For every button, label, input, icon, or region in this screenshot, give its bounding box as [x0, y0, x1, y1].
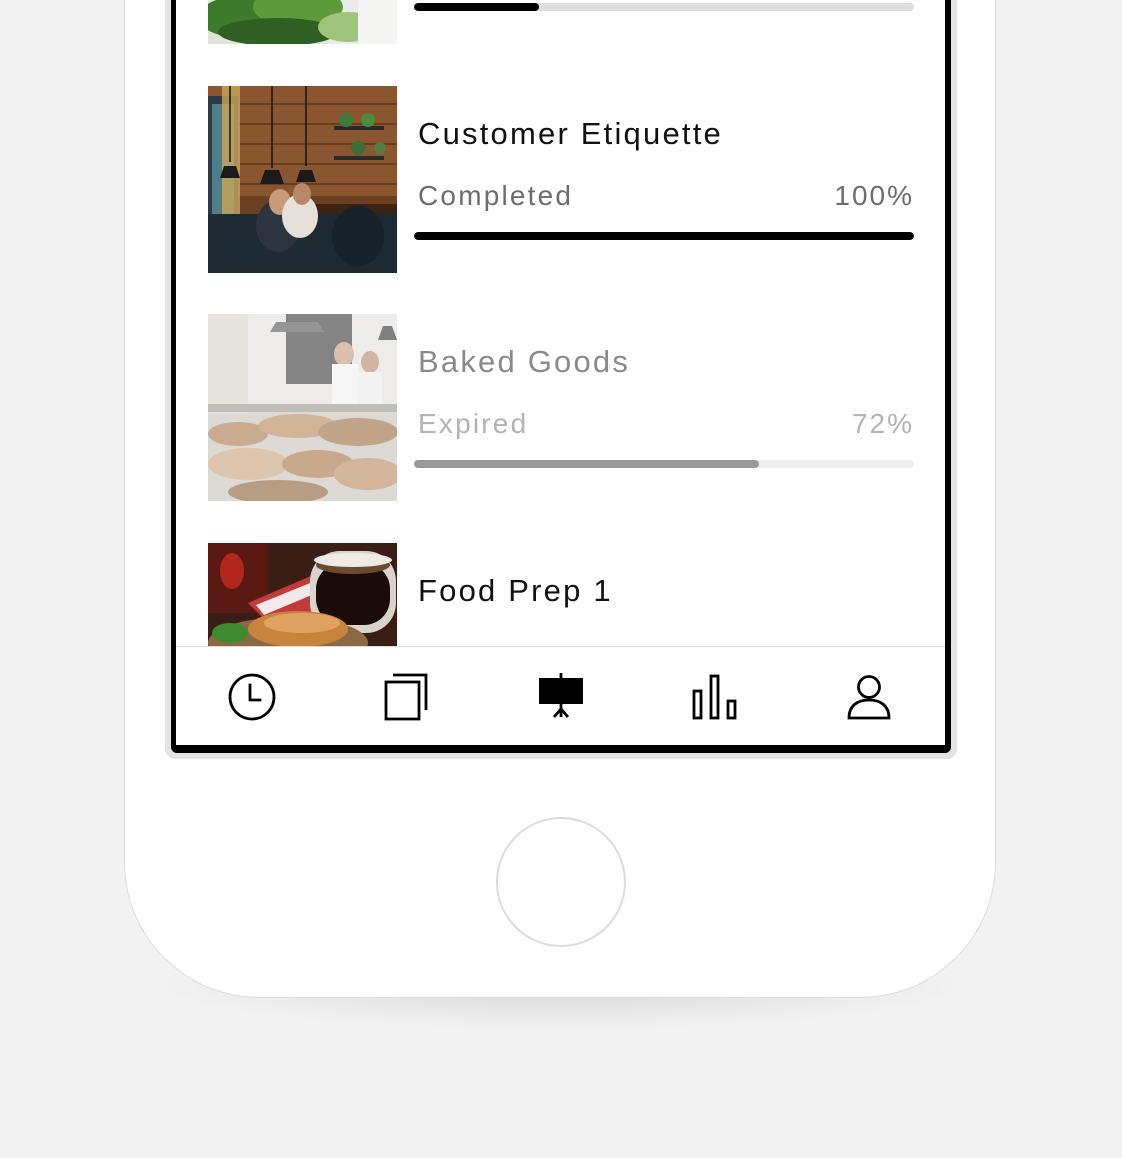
tab-history[interactable] — [222, 669, 282, 725]
tab-bar — [176, 646, 945, 745]
course-progress-bar — [414, 460, 914, 468]
copy-icon — [384, 673, 428, 721]
course-item-salad[interactable] — [208, 0, 914, 44]
course-item-customer-etiquette[interactable]: Customer Etiquette Completed 100% — [208, 86, 914, 273]
course-title: Baked Goods — [418, 344, 631, 379]
course-percent: 100% — [834, 180, 914, 211]
device-mockup: Customer Etiquette Completed 100% Baked … — [0, 0, 1122, 1158]
course-progress-bar — [414, 3, 914, 11]
course-thumbnail-sandwich — [208, 543, 397, 646]
course-thumbnail-cafe — [208, 86, 397, 273]
course-status: Completed — [418, 180, 574, 211]
tab-profile[interactable] — [839, 669, 899, 725]
course-list[interactable]: Customer Etiquette Completed 100% Baked … — [176, 0, 945, 646]
course-status: Expired — [418, 408, 529, 439]
course-item-food-prep-1[interactable]: Food Prep 1 — [208, 543, 914, 646]
app-screen: Customer Etiquette Completed 100% Baked … — [176, 0, 945, 745]
course-thumbnail-bakery — [208, 314, 397, 501]
presentation-icon — [539, 673, 583, 718]
tab-presentation[interactable] — [531, 669, 591, 725]
clock-icon — [228, 673, 276, 721]
course-progress-bar — [414, 232, 914, 240]
course-percent: 72% — [851, 408, 914, 439]
tab-courses[interactable] — [376, 669, 436, 725]
course-progress-fill — [414, 3, 539, 11]
course-title: Food Prep 1 — [418, 573, 613, 608]
home-button[interactable] — [496, 817, 626, 947]
course-progress-fill — [414, 232, 914, 240]
course-thumbnail-greens — [208, 0, 397, 44]
course-title: Customer Etiquette — [418, 116, 723, 151]
course-item-baked-goods[interactable]: Baked Goods Expired 72% — [208, 314, 914, 501]
user-icon — [847, 675, 891, 720]
tab-stats[interactable] — [685, 669, 745, 725]
bar-chart-icon — [692, 674, 737, 720]
course-progress-fill — [414, 460, 759, 468]
